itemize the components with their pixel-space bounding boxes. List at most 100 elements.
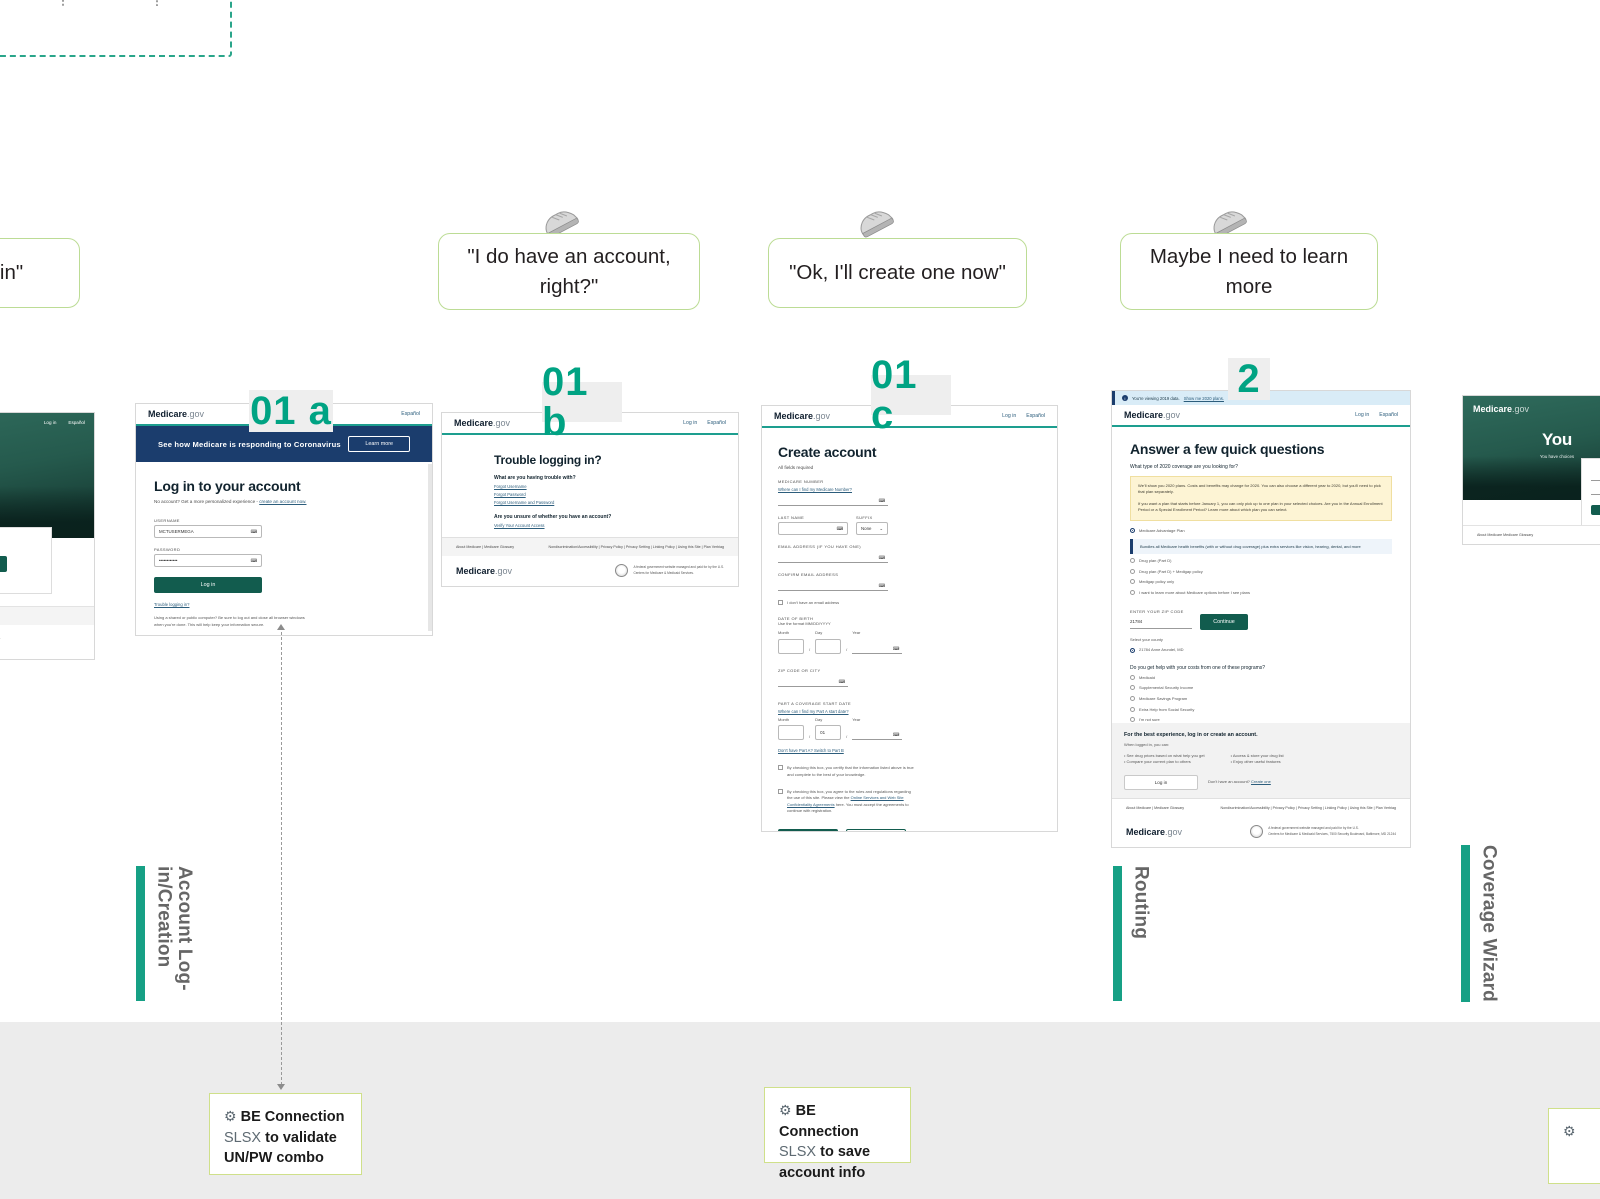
trouble-footer-left[interactable]: About Medicare | Medicare Glossary <box>456 545 514 549</box>
trouble-link-item[interactable]: Forgot Username <box>494 484 686 489</box>
last-name-input[interactable]: ⌨ <box>778 522 848 535</box>
program-option-radio[interactable] <box>1130 695 1135 701</box>
coverage-option-radio[interactable] <box>1130 568 1135 574</box>
coverage-option-selected-note: Bundles all Medicare health benefits (wi… <box>1130 539 1392 555</box>
zip-label: ZIP CODE OR CITY <box>778 667 821 673</box>
program-option-radio[interactable] <box>1130 717 1135 723</box>
login-logo: Medicare.gov <box>148 409 205 419</box>
be-note-system: SLSX <box>779 1144 817 1161</box>
home-login-link[interactable]: Log in <box>44 420 57 425</box>
trouble-link-item[interactable]: Verify Your Account Access <box>494 523 686 528</box>
routing-footer-left[interactable]: About Medicare | Medicare Glossary <box>1126 806 1184 810</box>
routing-logo: Medicare.gov <box>1124 410 1181 420</box>
home-create-account-button[interactable]: or Create Account <box>0 556 7 573</box>
journey-map-board: log in" "I do have an account, right?" "… <box>0 0 1600 1199</box>
program-option-radio[interactable] <box>1130 706 1135 712</box>
trouble-login-link[interactable]: Log in <box>683 420 697 426</box>
trouble-question-1: What are you having trouble with? <box>494 475 576 481</box>
program-option-radio[interactable] <box>1130 685 1135 691</box>
dob-year-input[interactable]: ⌨ <box>852 639 903 654</box>
shared-computer-note: Using a shared or public computer? Be su… <box>154 615 305 627</box>
scrollbar[interactable] <box>428 464 432 631</box>
keyboard-icon: ⌨ <box>250 557 257 563</box>
create-login-link[interactable]: Log in <box>1002 413 1016 419</box>
cta-create-account-link[interactable]: Create one <box>1251 779 1271 784</box>
be-connection-note-validate: ⚙ BE Connection SLSX to validate UN/PW c… <box>209 1093 362 1175</box>
email-input[interactable]: ⌨ <box>778 551 888 563</box>
parta-month-input[interactable] <box>778 725 804 741</box>
trouble-link-item[interactable]: Forgot Password <box>494 492 686 497</box>
username-input[interactable]: MCTUSERMEGA ⌨ <box>154 525 262 538</box>
be-note-system: SLSX <box>224 1129 262 1146</box>
wizard-footer-left[interactable]: About Medicare Medicare Glossary <box>1477 533 1533 537</box>
coverage-option-radio[interactable] <box>1130 558 1135 564</box>
coverage-option-radio[interactable] <box>1130 579 1135 585</box>
parta-year-input[interactable]: ⌨ <box>852 725 903 741</box>
coronavirus-learn-more-button[interactable]: Learn more <box>348 436 410 452</box>
coverage-option-radio[interactable] <box>1130 589 1135 595</box>
routing-continue-button[interactable]: Continue <box>1200 613 1248 630</box>
trouble-footer-right[interactable]: Nondiscrimination/Accessibility | Privac… <box>549 545 724 549</box>
no-email-label: I don't have an email address <box>787 600 840 605</box>
screenshot-medicare-homepage-partial[interactable]: Log in Español e plan antage Plans, rans… <box>0 412 95 660</box>
routing-espanol-link[interactable]: Español <box>1379 412 1398 418</box>
coverage-option-selected-radio[interactable] <box>1130 528 1135 534</box>
create-page-title: Create account <box>778 444 877 460</box>
agreement-checkbox[interactable] <box>778 788 783 794</box>
medicare-number-help-link[interactable]: Where can I find my Medicare Number? <box>778 487 1041 492</box>
routing-footer-right[interactable]: Nondiscrimination/Accessibility | Privac… <box>1221 806 1396 810</box>
parta-switch-link[interactable]: Don't have Part A? Switch to Part B <box>778 748 1041 753</box>
year-alert-link[interactable]: Show me 2020 plans. <box>1184 396 1224 401</box>
dob-day-label: Day <box>815 630 823 636</box>
lane-routing: Routing <box>1113 866 1152 1001</box>
trouble-logo: Medicare.gov <box>454 418 511 428</box>
routing-question-2: Do you get help with your costs from one… <box>1130 664 1266 671</box>
program-option-radio[interactable] <box>1130 674 1135 680</box>
cta-login-button[interactable]: Log in <box>1124 775 1198 790</box>
trouble-logging-in-link[interactable]: Trouble logging in? <box>154 602 414 607</box>
screenshot-login-page[interactable]: Medicare.gov Español See how Medicare is… <box>135 403 433 636</box>
routing-zip-input[interactable]: 21784 <box>1130 617 1192 629</box>
parta-month-label: Month <box>778 716 790 722</box>
login-espanol-link[interactable]: Español <box>401 411 420 417</box>
wizard-logo: Medicare.gov <box>1473 404 1530 414</box>
step-badge-01c: 01 c <box>871 355 951 435</box>
suffix-select[interactable]: None ⌄ <box>856 522 888 535</box>
screenshot-coverage-wizard-partial[interactable]: Medicare.gov You You have choices About … <box>1462 395 1600 545</box>
parta-day-input[interactable]: 01 <box>815 725 842 741</box>
trouble-link-item[interactable]: Forgot Username and Password <box>494 500 686 505</box>
create-cancel-button[interactable]: Cancel <box>846 828 906 831</box>
lane-bar <box>136 866 145 1001</box>
dob-month-input[interactable] <box>778 638 804 654</box>
password-label: PASSWORD <box>154 547 181 552</box>
routing-county-radio[interactable] <box>1130 647 1135 653</box>
trouble-page-title: Trouble logging in? <box>494 453 602 467</box>
create-espanol-link[interactable]: Español <box>1026 413 1045 419</box>
parta-help-link[interactable]: Where can I find my Part A start date? <box>778 709 1041 714</box>
zip-input[interactable]: ⌨ <box>778 675 848 687</box>
dob-hint: Use the format MM/DD/YYYY <box>778 620 831 626</box>
program-option-label: Medicaid <box>1139 674 1156 680</box>
trouble-espanol-link[interactable]: Español <box>707 420 726 426</box>
parta-year-label: Year <box>852 716 861 722</box>
coronavirus-banner-text: See how Medicare is responding to Corona… <box>158 439 341 449</box>
home-espanol-link[interactable]: Español <box>68 420 85 425</box>
create-next-button[interactable]: Next <box>778 828 838 831</box>
medicare-number-input[interactable]: ⌨ <box>778 494 888 506</box>
login-submit-button[interactable]: Log in <box>154 577 262 593</box>
lane-account-login-creation: Account Log- in/Creation <box>136 866 195 1001</box>
dob-day-input[interactable] <box>815 638 842 654</box>
create-account-link[interactable]: create an account now. <box>259 499 306 504</box>
screenshot-routing-questions-page[interactable]: i You're viewing 2019 data. Show me 2020… <box>1111 390 1411 848</box>
routing-warning-text-2: If you want a plan that starts before Ja… <box>1138 500 1383 513</box>
create-logo: Medicare.gov <box>774 411 831 421</box>
screenshot-create-account-page[interactable]: Medicare.gov Log in Español Create accou… <box>761 405 1058 832</box>
year-alert-text: You're viewing 2019 data. <box>1132 395 1180 401</box>
routing-county-label: Select your county <box>1130 636 1163 642</box>
certify-checkbox[interactable] <box>778 765 783 771</box>
confirm-email-input[interactable]: ⌨ <box>778 579 888 591</box>
password-input[interactable]: •••••••••••• ⌨ <box>154 554 262 567</box>
no-email-checkbox[interactable] <box>778 600 783 605</box>
routing-page-title: Answer a few quick questions <box>1130 441 1325 457</box>
routing-login-link[interactable]: Log in <box>1355 412 1369 418</box>
